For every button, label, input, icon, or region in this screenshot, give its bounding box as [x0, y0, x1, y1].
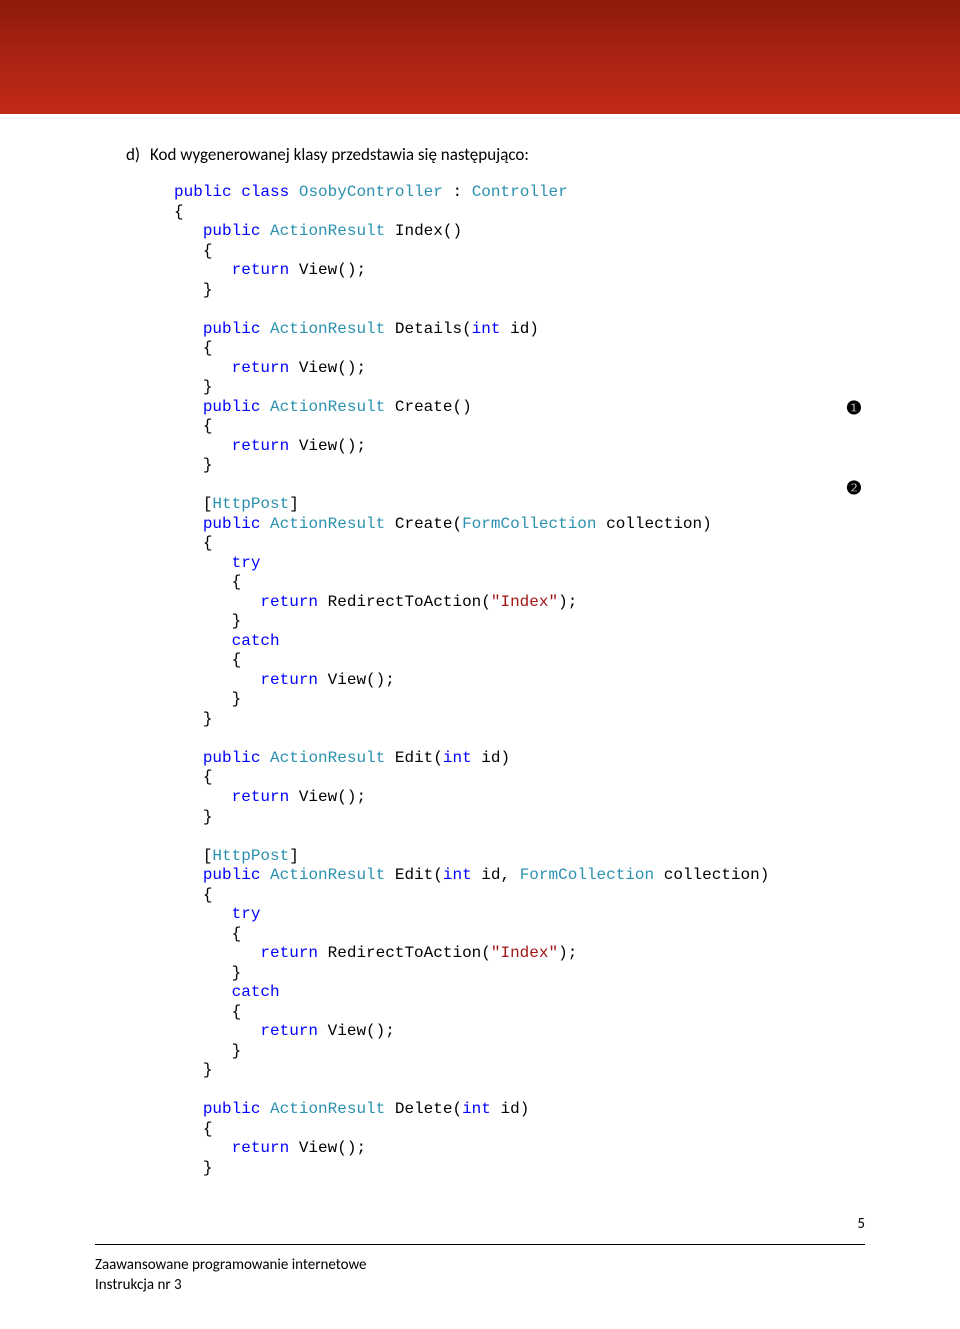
code-block: public class OsobyController : Controlle… — [150, 183, 850, 1178]
list-letter: d) — [126, 144, 150, 165]
top-banner — [0, 0, 960, 114]
annotation-two: ❷ — [846, 478, 862, 500]
page-number: 5 — [857, 1215, 865, 1233]
heading-text: Kod wygenerowanej klasy przedstawia się … — [150, 144, 529, 165]
footer-divider — [95, 1244, 865, 1245]
footer-line2: Instrukcja nr 3 — [95, 1276, 182, 1294]
content-area: d)Kod wygenerowanej klasy przedstawia si… — [0, 114, 960, 1178]
annotation-one: ❶ — [846, 398, 862, 420]
footer-line1: Zaawansowane programowanie internetowe — [95, 1256, 367, 1274]
section-heading: d)Kod wygenerowanej klasy przedstawia si… — [150, 144, 850, 165]
annotated-section: ❶❷ public ActionResult Create() { return… — [174, 398, 850, 730]
footer-text: Zaawansowane programowanie internetowe I… — [95, 1256, 367, 1295]
